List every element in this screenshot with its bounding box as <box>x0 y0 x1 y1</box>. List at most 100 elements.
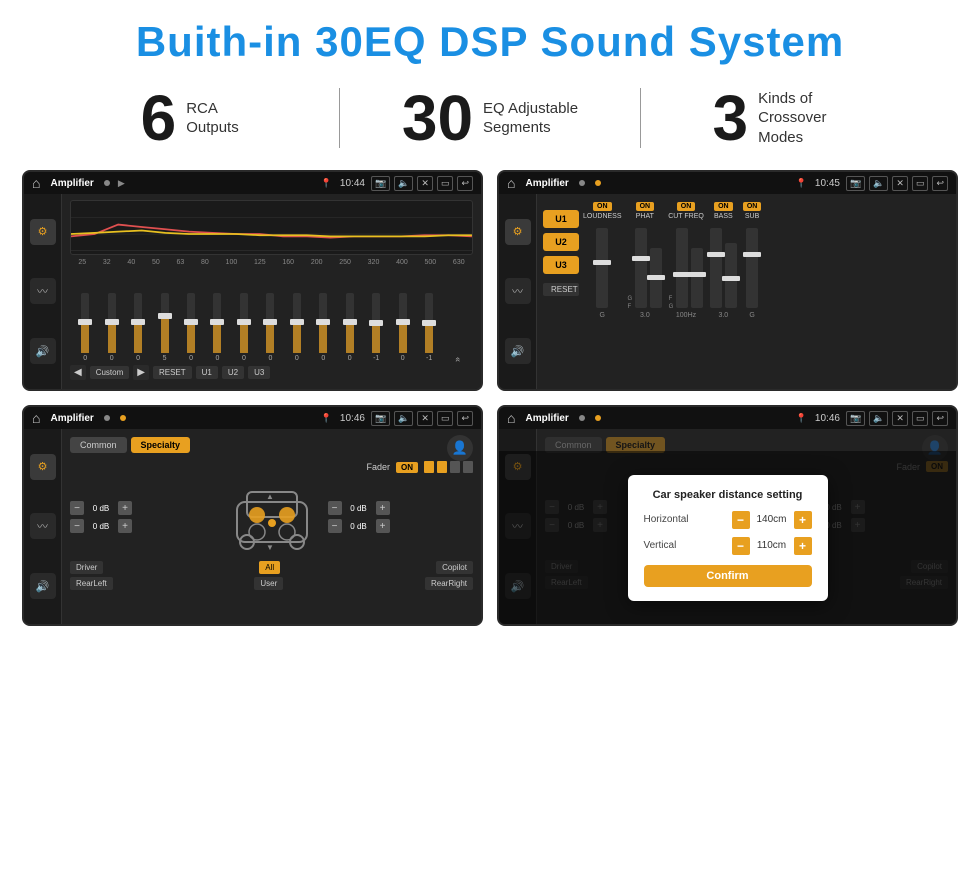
horizontal-stepper: − 140cm + <box>732 511 812 529</box>
stat-number-rca: 6 <box>141 86 177 150</box>
right-val-2: 0 dB <box>345 522 373 531</box>
eq-slider-0: 0 <box>81 293 89 362</box>
horizontal-label: Horizontal <box>644 514 689 525</box>
eq-slider-4: 0 <box>187 293 195 362</box>
eq-slider-12: 0 <box>399 293 407 362</box>
vertical-label: Vertical <box>644 540 677 551</box>
fader-left-values: − 0 dB + − 0 dB + <box>70 501 216 533</box>
tab-common[interactable]: Common <box>70 437 127 453</box>
time-2: 10:45 <box>815 178 840 189</box>
sidebar-eq-btn-2[interactable]: ⚙ <box>505 219 531 245</box>
pos-driver[interactable]: Driver <box>70 561 103 574</box>
crossover-reset-btn[interactable]: RESET <box>543 283 579 296</box>
left-plus-1[interactable]: + <box>118 501 132 515</box>
right-minus-2[interactable]: − <box>328 519 342 533</box>
right-plus-1[interactable]: + <box>376 501 390 515</box>
bass-on-badge[interactable]: ON <box>714 202 733 211</box>
pos-user[interactable]: User <box>254 577 283 590</box>
home-icon[interactable]: ⌂ <box>32 175 40 191</box>
vertical-plus[interactable]: + <box>794 537 812 555</box>
cam-icon-2: 📷 <box>846 176 865 191</box>
eq-screen-body: ⚙ 〰 🔊 <box>24 194 481 389</box>
pos-rearright[interactable]: RearRight <box>425 577 473 590</box>
eq-reset-btn[interactable]: RESET <box>153 366 192 379</box>
channel-sub: ON SUB G <box>743 202 762 381</box>
stat-number-eq: 30 <box>402 86 473 150</box>
eq-next-btn[interactable]: ▶ <box>133 365 149 380</box>
left-val-2: 0 dB <box>87 522 115 531</box>
status-icons-1: 📷 🔈 ✕ ▭ ↩ <box>371 176 473 191</box>
right-val-1: 0 dB <box>345 504 373 513</box>
stat-rca: 6 RCAOutputs <box>40 86 339 150</box>
preset-u2[interactable]: U2 <box>543 233 579 251</box>
sidebar-eq-btn-3[interactable]: ⚙ <box>30 454 56 480</box>
left-minus-1[interactable]: − <box>70 501 84 515</box>
phat-val-g: 3.0 <box>640 312 650 319</box>
fader-left-row-2: − 0 dB + <box>70 519 216 533</box>
x-icon-1: ✕ <box>417 176 433 191</box>
dialog-overlay: Car speaker distance setting Horizontal … <box>499 451 956 624</box>
cutfreq-label: CUT FREQ <box>668 213 704 220</box>
eq-u2-btn[interactable]: U2 <box>222 366 244 379</box>
eq-slider-6: 0 <box>240 293 248 362</box>
back-icon-2: ↩ <box>932 176 948 191</box>
loudness-sliders <box>596 226 608 310</box>
home-icon-4[interactable]: ⌂ <box>507 410 515 426</box>
eq-graph-svg <box>71 201 472 255</box>
vol-icon-4: 🔈 <box>869 411 888 426</box>
phat-on-badge[interactable]: ON <box>636 202 655 211</box>
screen-crossover: ⌂ Amplifier 📍 10:45 📷 🔈 ✕ ▭ ↩ ⚙ 〰 🔊 <box>497 170 958 391</box>
fader-on-badge[interactable]: ON <box>396 462 418 473</box>
vertical-minus[interactable]: − <box>732 537 750 555</box>
sidebar-wave-btn-2[interactable]: 〰 <box>505 278 531 304</box>
fader-controls: − 0 dB + − 0 dB + <box>70 477 473 557</box>
page-title: Buith-in 30EQ DSP Sound System <box>20 18 960 66</box>
horizontal-minus[interactable]: − <box>732 511 750 529</box>
sub-label: SUB <box>745 213 759 220</box>
home-icon-2[interactable]: ⌂ <box>507 175 515 191</box>
sidebar-speaker-btn[interactable]: 🔊 <box>30 338 56 364</box>
sidebar-speaker-btn-3[interactable]: 🔊 <box>30 573 56 599</box>
right-minus-1[interactable]: − <box>328 501 342 515</box>
cutfreq-on-badge[interactable]: ON <box>677 202 696 211</box>
time-1: 10:44 <box>340 178 365 189</box>
eq-preset-custom[interactable]: Custom <box>90 366 130 379</box>
status-dot-3a <box>104 415 110 421</box>
stat-eq: 30 EQ AdjustableSegments <box>340 86 639 150</box>
horizontal-plus[interactable]: + <box>794 511 812 529</box>
sidebar-wave-btn-3[interactable]: 〰 <box>30 513 56 539</box>
home-icon-3[interactable]: ⌂ <box>32 410 40 426</box>
sidebar-eq-btn[interactable]: ⚙ <box>30 219 56 245</box>
right-plus-2[interactable]: + <box>376 519 390 533</box>
preset-u3[interactable]: U3 <box>543 256 579 274</box>
time-3: 10:46 <box>340 413 365 424</box>
eq-u1-btn[interactable]: U1 <box>196 366 218 379</box>
crossover-main: U1 U2 U3 RESET ON LOUDNESS G <box>537 194 956 389</box>
dialog-horizontal-row: Horizontal − 140cm + <box>644 511 812 529</box>
eq-u3-btn[interactable]: U3 <box>248 366 270 379</box>
left-plus-2[interactable]: + <box>118 519 132 533</box>
status-dot-1a <box>104 180 110 186</box>
eq-prev-btn[interactable]: ◀ <box>70 365 86 380</box>
status-icons-4: 📷 🔈 ✕ ▭ ↩ <box>846 411 948 426</box>
sidebar-wave-btn[interactable]: 〰 <box>30 278 56 304</box>
sidebar-speaker-btn-2[interactable]: 🔊 <box>505 338 531 364</box>
cutfreq-val: 100Hz <box>676 312 696 319</box>
fader-on-row: Fader ON <box>70 461 473 473</box>
status-dot-2b <box>595 180 601 186</box>
vertical-value: 110cm <box>754 540 790 551</box>
pos-copilot[interactable]: Copilot <box>436 561 473 574</box>
loudness-on-badge[interactable]: ON <box>593 202 612 211</box>
status-bar-4: ⌂ Amplifier 📍 10:46 📷 🔈 ✕ ▭ ↩ <box>499 407 956 429</box>
tab-specialty[interactable]: Specialty <box>131 437 191 453</box>
confirm-button[interactable]: Confirm <box>644 565 812 587</box>
eq-slider-1: 0 <box>108 293 116 362</box>
pos-all[interactable]: All <box>259 561 280 574</box>
left-minus-2[interactable]: − <box>70 519 84 533</box>
screen4-body: ⚙ 〰 🔊 Common Specialty 👤 Fader ON <box>499 429 956 624</box>
eq-main-content: 25 32 40 50 63 80 100 125 160 200 250 32… <box>62 194 481 389</box>
pos-rearleft[interactable]: RearLeft <box>70 577 113 590</box>
user-icon[interactable]: 👤 <box>447 435 473 461</box>
sub-on-badge[interactable]: ON <box>743 202 762 211</box>
preset-u1[interactable]: U1 <box>543 210 579 228</box>
